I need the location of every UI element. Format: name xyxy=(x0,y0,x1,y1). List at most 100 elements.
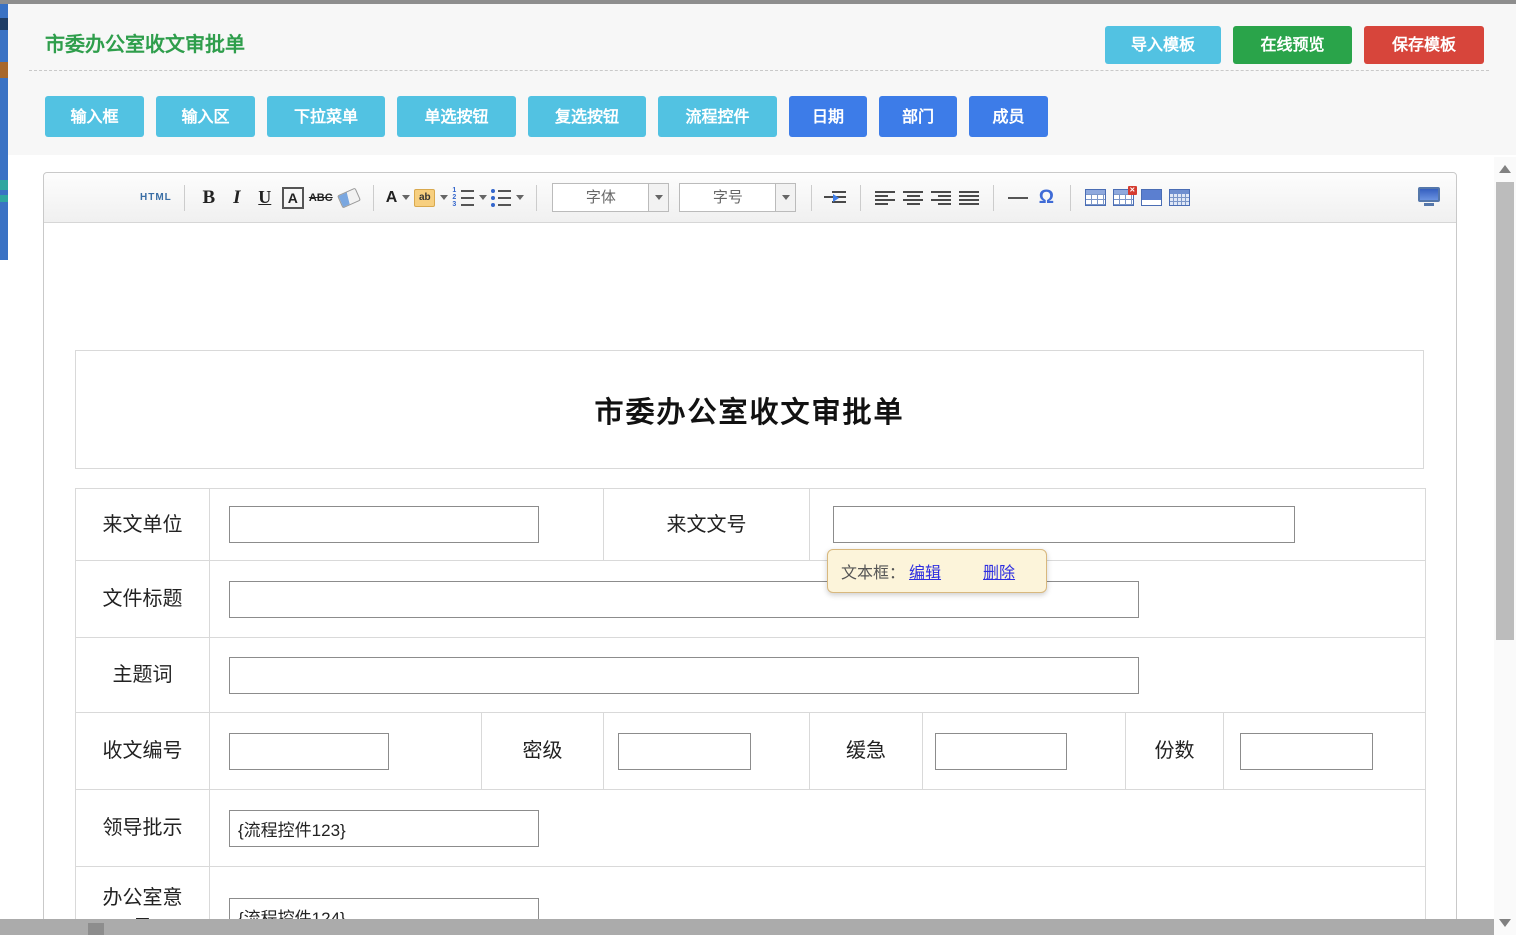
insert-table-button[interactable] xyxy=(1083,183,1107,213)
urgency-input[interactable] xyxy=(935,733,1067,770)
receipt-number-input[interactable] xyxy=(229,733,389,770)
html-source-icon[interactable]: HTML xyxy=(140,183,172,213)
unordered-list-icon xyxy=(491,189,511,207)
header-actions: 导入模板 在线预览 保存模板 xyxy=(1105,26,1484,64)
chevron-down-icon xyxy=(479,195,487,200)
table-row: 收文编号 密级 缓急 份数 xyxy=(76,713,1426,790)
background-notch xyxy=(0,180,8,190)
align-left-button[interactable] xyxy=(873,183,897,213)
highlight-color-dropdown[interactable]: ab xyxy=(414,183,448,213)
horizontal-rule-button[interactable] xyxy=(1006,183,1030,213)
select-dropdown-button[interactable] xyxy=(648,184,668,211)
add-department-button[interactable]: 部门 xyxy=(879,96,957,137)
import-template-button[interactable]: 导入模板 xyxy=(1105,26,1221,64)
scroll-down-arrow-icon[interactable] xyxy=(1499,919,1511,927)
form-title-block: 市委办公室收文审批单 xyxy=(75,350,1424,469)
bottom-scrollbar-grip[interactable] xyxy=(88,923,104,935)
add-input-box-button[interactable]: 输入框 xyxy=(45,96,144,137)
secrecy-level-input[interactable] xyxy=(618,733,751,770)
special-char-omega-icon[interactable]: Ω xyxy=(1034,183,1058,213)
strikethrough-icon[interactable]: ABC xyxy=(309,183,333,213)
indent-icon xyxy=(824,190,848,206)
eraser-icon xyxy=(337,187,361,208)
page-title: 市委办公室收文审批单 xyxy=(45,28,245,57)
label-copies: 份数 xyxy=(1126,713,1224,790)
underline-icon[interactable]: U xyxy=(253,183,277,213)
background-notch xyxy=(0,62,8,78)
screen: 市委办公室收文审批单 导入模板 在线预览 保存模板 输入框 输入区 下拉菜单 单… xyxy=(0,0,1516,935)
bottom-scrollbar[interactable] xyxy=(0,919,1516,935)
font-family-select[interactable]: 字体 xyxy=(552,183,669,212)
leader-instructions-input[interactable] xyxy=(229,810,539,847)
font-style-box-icon[interactable]: A xyxy=(282,187,304,209)
header-panel: 市委办公室收文审批单 导入模板 在线预览 保存模板 输入框 输入区 下拉菜单 单… xyxy=(8,4,1516,155)
cell-properties-button[interactable] xyxy=(1167,183,1191,213)
online-preview-button[interactable]: 在线预览 xyxy=(1233,26,1352,64)
chevron-down-icon xyxy=(655,195,663,200)
indent-button[interactable] xyxy=(824,183,848,213)
font-size-select[interactable]: 字号 xyxy=(679,183,796,212)
table-row: 来文单位 来文文号 xyxy=(76,489,1426,561)
justify-button[interactable] xyxy=(957,183,981,213)
add-dropdown-button[interactable]: 下拉菜单 xyxy=(267,96,385,137)
align-center-button[interactable] xyxy=(901,183,925,213)
vertical-scrollbar[interactable] xyxy=(1494,157,1516,935)
chevron-down-icon xyxy=(402,195,410,200)
subject-words-input[interactable] xyxy=(229,657,1139,694)
add-textarea-button[interactable]: 输入区 xyxy=(156,96,255,137)
background-notch xyxy=(0,18,8,30)
label-receipt-number: 收文编号 xyxy=(76,713,210,790)
copies-input[interactable] xyxy=(1240,733,1373,770)
label-secrecy-level: 密级 xyxy=(482,713,604,790)
font-color-icon: A xyxy=(386,189,398,207)
scroll-up-arrow-icon[interactable] xyxy=(1499,165,1511,173)
bold-icon[interactable]: B xyxy=(197,183,221,213)
label-incoming-unit: 来文单位 xyxy=(76,489,210,561)
editor-toolbar: HTML B I U A ABC A ab 1 2 3 xyxy=(44,173,1456,223)
font-family-value: 字体 xyxy=(553,184,648,211)
incoming-unit-input[interactable] xyxy=(229,506,539,543)
add-flow-control-button[interactable]: 流程控件 xyxy=(658,96,777,137)
add-radio-button[interactable]: 单选按钮 xyxy=(397,96,516,137)
approval-form-table: 来文单位 来文文号 文件标题 主题词 收文编号 密级 缓急 份数 领导批示 xyxy=(75,488,1426,935)
add-member-button[interactable]: 成员 xyxy=(969,96,1048,137)
monitor-stand xyxy=(1424,203,1434,206)
incoming-doc-number-input[interactable] xyxy=(833,506,1295,543)
background-notch xyxy=(0,195,8,202)
table-properties-icon xyxy=(1141,189,1162,206)
table-row: 文件标题 xyxy=(76,561,1426,638)
ordered-list-dropdown[interactable]: 1 2 3 xyxy=(452,183,487,213)
scrollbar-thumb[interactable] xyxy=(1496,182,1514,640)
add-date-button[interactable]: 日期 xyxy=(789,96,867,137)
form-title: 市委办公室收文审批单 xyxy=(594,389,904,431)
table-row: 领导批示 xyxy=(76,790,1426,867)
background-page-strip xyxy=(0,4,8,260)
cell-properties-icon xyxy=(1169,189,1190,206)
table-icon xyxy=(1085,189,1106,206)
table-properties-button[interactable] xyxy=(1139,183,1163,213)
label-urgency: 缓急 xyxy=(810,713,923,790)
edit-field-link[interactable]: 编辑 xyxy=(909,559,941,583)
field-action-tooltip: 文本框： 编辑 删除 xyxy=(827,549,1047,593)
label-incoming-doc-number: 来文文号 xyxy=(604,489,810,561)
toolbar-separator xyxy=(860,185,861,211)
delete-field-link[interactable]: 删除 xyxy=(983,559,1015,583)
remove-format-eraser-icon[interactable] xyxy=(337,183,361,213)
italic-icon[interactable]: I xyxy=(225,183,249,213)
align-right-icon xyxy=(931,191,951,205)
font-color-dropdown[interactable]: A xyxy=(386,183,411,213)
chevron-down-icon xyxy=(516,195,524,200)
justify-icon xyxy=(959,191,979,205)
delete-table-button[interactable]: ✕ xyxy=(1111,183,1135,213)
align-right-button[interactable] xyxy=(929,183,953,213)
unordered-list-dropdown[interactable] xyxy=(491,183,524,213)
toolbar-separator xyxy=(536,185,537,211)
align-center-icon xyxy=(903,191,923,205)
save-template-button[interactable]: 保存模板 xyxy=(1364,26,1484,64)
toolbar-separator xyxy=(811,185,812,211)
label-subject-words: 主题词 xyxy=(76,638,210,713)
fullscreen-button[interactable] xyxy=(1416,183,1442,209)
label-document-title: 文件标题 xyxy=(76,561,210,638)
select-dropdown-button[interactable] xyxy=(775,184,795,211)
add-checkbox-button[interactable]: 复选按钮 xyxy=(528,96,646,137)
